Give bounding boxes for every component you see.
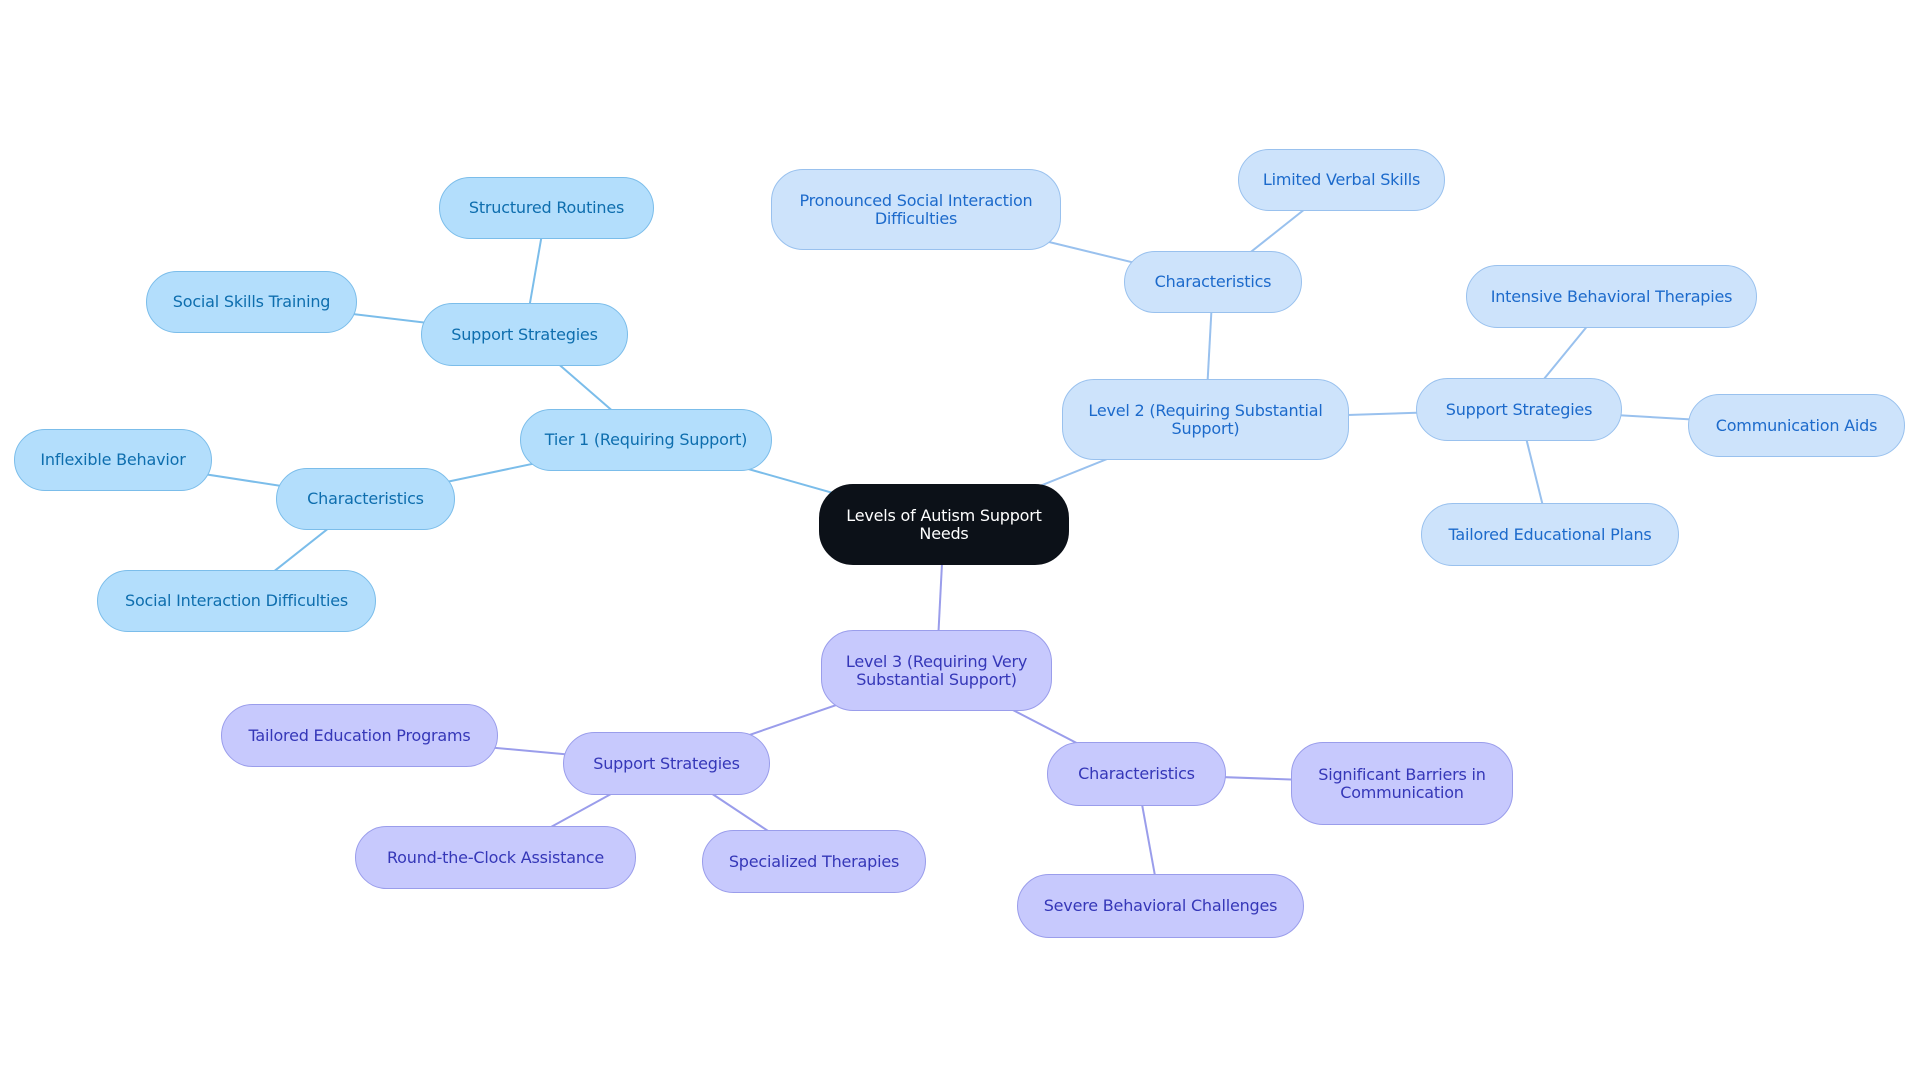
node-l3-ch-sevbc[interactable]: Severe Behavioral Challenges [1017,874,1304,938]
node-t1-ss[interactable]: Support Strategies [421,303,628,366]
node-t1-ch-ib[interactable]: Inflexible Behavior [14,429,212,491]
root-node[interactable]: Levels of Autism Support Needs [819,484,1069,565]
node-t1-ss-sr[interactable]: Structured Routines [439,177,654,239]
node-l3-ch[interactable]: Characteristics [1047,742,1226,806]
node-l3-ss-rca[interactable]: Round-the-Clock Assistance [355,826,636,889]
node-l3-ch-sbc[interactable]: Significant Barriers in Communication [1291,742,1513,825]
node-t1-ch-sid[interactable]: Social Interaction Difficulties [97,570,376,632]
node-l2-ss[interactable]: Support Strategies [1416,378,1622,441]
node-l2-ch[interactable]: Characteristics [1124,251,1302,313]
node-l3-ss-st[interactable]: Specialized Therapies [702,830,926,893]
node-l2-ss-ibt[interactable]: Intensive Behavioral Therapies [1466,265,1757,328]
node-t1-ss-sst[interactable]: Social Skills Training [146,271,357,333]
node-t1-ch[interactable]: Characteristics [276,468,455,530]
node-l3-ss[interactable]: Support Strategies [563,732,770,795]
node-l2[interactable]: Level 2 (Requiring Substantial Support) [1062,379,1349,460]
node-l3-ss-tedp[interactable]: Tailored Education Programs [221,704,498,767]
node-l2-ss-tep[interactable]: Tailored Educational Plans [1421,503,1679,566]
node-t1[interactable]: Tier 1 (Requiring Support) [520,409,772,471]
node-l2-ch-psid[interactable]: Pronounced Social Interaction Difficulti… [771,169,1061,250]
node-l2-ch-lvs[interactable]: Limited Verbal Skills [1238,149,1445,211]
node-l3[interactable]: Level 3 (Requiring Very Substantial Supp… [821,630,1052,711]
node-l2-ss-ca[interactable]: Communication Aids [1688,394,1905,457]
